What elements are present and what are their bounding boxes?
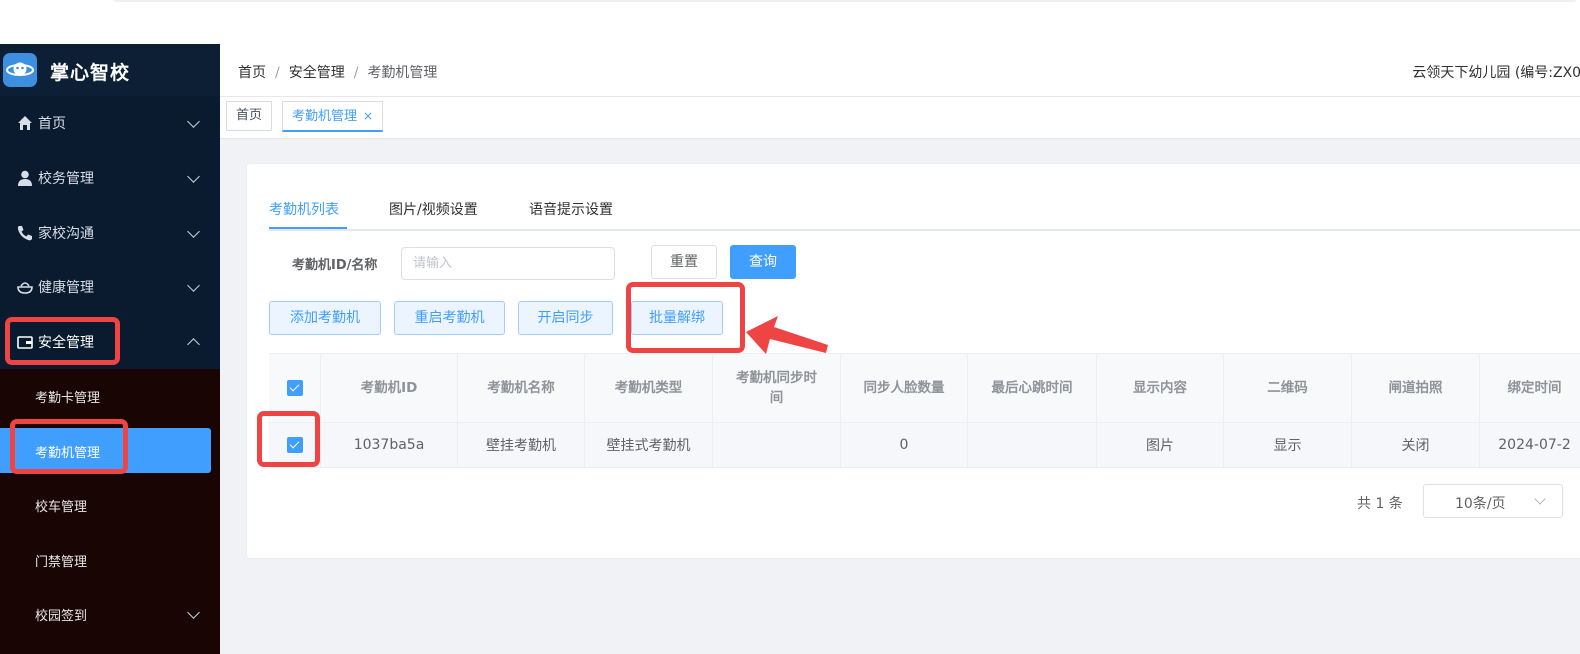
tab-voice-settings[interactable]: 语音提示设置 <box>529 199 613 219</box>
bowl-icon <box>17 282 33 294</box>
close-icon[interactable]: × <box>363 109 373 123</box>
select-all-checkbox[interactable] <box>286 380 303 396</box>
sidebar-item-label: 校务管理 <box>38 171 94 187</box>
sidebar-item-label: 校园签到 <box>35 609 88 624</box>
chevron-down-icon <box>187 225 200 238</box>
column-header: 闸道拍照 <box>1352 354 1480 422</box>
chevron-down-icon <box>187 170 200 183</box>
sidebar-item-label: 考勤卡管理 <box>35 391 101 406</box>
cell-type: 壁挂式考勤机 <box>585 423 713 467</box>
sidebar-item-school-affairs[interactable]: 校务管理 <box>0 151 220 205</box>
column-header: 考勤机ID <box>321 354 458 422</box>
sidebar-item-label: 健康管理 <box>38 280 94 296</box>
annotation-box-attendance-machine <box>10 419 128 474</box>
column-header: 同步人脸数量 <box>841 354 968 422</box>
tab-media-settings[interactable]: 图片/视频设置 <box>389 199 478 219</box>
sidebar-item-label: 首页 <box>38 116 66 132</box>
page-size-value: 10条/页 <box>1455 496 1506 512</box>
annotation-arrow-icon <box>746 316 828 354</box>
breadcrumb-home[interactable]: 首页 <box>238 65 266 81</box>
search-input[interactable] <box>401 247 615 280</box>
reset-button[interactable]: 重置 <box>651 245 717 279</box>
breadcrumb-separator: / <box>275 65 280 81</box>
cell-gate-photo: 关闭 <box>1352 423 1480 467</box>
column-header-line: 考勤机同步时 <box>736 370 817 386</box>
add-machine-button[interactable]: 添加考勤机 <box>269 301 381 335</box>
breadcrumb-separator: / <box>353 65 359 81</box>
home-icon <box>18 116 32 130</box>
phone-icon <box>17 226 32 241</box>
column-header: 最后心跳时间 <box>968 354 1097 422</box>
tags-bar: 首页 考勤机管理 × <box>220 97 1580 139</box>
enable-sync-button[interactable]: 开启同步 <box>518 301 613 335</box>
search-label: 考勤机ID/名称 <box>292 258 378 273</box>
breadcrumb: 首页 / 安全管理 / 考勤机管理 <box>238 62 437 82</box>
tag-label: 首页 <box>236 108 263 123</box>
top-strip <box>0 0 1580 45</box>
chevron-down-icon <box>1534 493 1546 505</box>
cell-name: 壁挂考勤机 <box>458 423 585 467</box>
column-header-line: 间 <box>769 390 784 406</box>
table-row[interactable]: 1037ba5a 壁挂考勤机 壁挂式考勤机 0 图片 显示 关闭 2024-07… <box>269 423 1580 468</box>
tag-attendance-machine[interactable]: 考勤机管理 × <box>282 101 384 132</box>
table-header: 考勤机ID 考勤机名称 考勤机类型 考勤机同步时间 同步人脸数量 最后心跳时间 … <box>269 354 1580 423</box>
breadcrumb-current: 考勤机管理 <box>367 65 438 81</box>
page-size-select[interactable]: 10条/页 <box>1423 484 1563 518</box>
tag-label: 考勤机管理 <box>292 109 358 124</box>
pagination-total: 共 1 条 <box>1357 496 1403 512</box>
tag-home[interactable]: 首页 <box>226 101 273 131</box>
cell-sync-time <box>713 423 841 467</box>
chevron-down-icon <box>187 279 200 292</box>
sidebar-item-home-school[interactable]: 家校沟通 <box>0 206 220 260</box>
tab-indicator <box>269 227 347 229</box>
column-header: 二维码 <box>1224 354 1352 422</box>
sidebar-item-home[interactable]: 首页 <box>0 96 220 150</box>
browser-bar <box>110 0 1580 2</box>
tab-machine-list[interactable]: 考勤机列表 <box>269 199 339 219</box>
chevron-down-icon <box>187 606 200 619</box>
content-card: 考勤机列表 图片/视频设置 语音提示设置 考勤机ID/名称 重置 查询 添加考勤… <box>246 163 1580 559</box>
chevron-down-icon <box>187 115 200 128</box>
sidebar-item-access-control[interactable]: 门禁管理 <box>0 533 220 587</box>
app-name: 掌心智校 <box>50 62 131 84</box>
header: 首页 / 安全管理 / 考勤机管理 云领天下幼儿园 (编号:ZX00 <box>220 44 1580 97</box>
sidebar-item-label: 门禁管理 <box>35 555 88 570</box>
column-header: 考勤机同步时间 <box>713 354 841 422</box>
planet-logo-icon <box>3 53 37 87</box>
tabs: 考勤机列表 图片/视频设置 语音提示设置 <box>269 199 1580 231</box>
sidebar-item-campus-checkin[interactable]: 校园签到 <box>0 587 220 641</box>
annotation-box-row-checkbox <box>257 411 320 467</box>
annotation-box-batch-unbind <box>626 282 745 353</box>
column-header: 考勤机类型 <box>585 354 713 422</box>
school-name[interactable]: 云领天下幼儿园 (编号:ZX00 <box>1412 62 1580 82</box>
cell-id: 1037ba5a <box>321 423 458 467</box>
sidebar-item-school-bus[interactable]: 校车管理 <box>0 478 220 532</box>
breadcrumb-security[interactable]: 安全管理 <box>289 65 345 81</box>
sidebar-item-attendance-card[interactable]: 考勤卡管理 <box>0 369 220 423</box>
cell-heartbeat <box>968 423 1097 467</box>
cell-display: 图片 <box>1097 423 1224 467</box>
annotation-box-security <box>5 317 120 365</box>
column-header: 显示内容 <box>1097 354 1224 422</box>
sidebar-item-health[interactable]: 健康管理 <box>0 260 220 314</box>
column-header: 考勤机名称 <box>458 354 585 422</box>
sidebar-item-label: 家校沟通 <box>38 226 94 242</box>
cell-faces: 0 <box>841 423 968 467</box>
sidebar-item-label: 校车管理 <box>35 500 88 515</box>
logo[interactable]: 掌心智校 <box>0 44 220 96</box>
column-header: 绑定时间 <box>1507 380 1562 396</box>
cell-bind-time: 2024-07-2 <box>1498 437 1571 453</box>
user-icon <box>18 170 32 186</box>
restart-machine-button[interactable]: 重启考勤机 <box>394 301 505 335</box>
chevron-up-icon <box>187 338 200 351</box>
machine-table: 考勤机ID 考勤机名称 考勤机类型 考勤机同步时间 同步人脸数量 最后心跳时间 … <box>269 353 1580 468</box>
cell-qrcode: 显示 <box>1224 423 1352 467</box>
query-button[interactable]: 查询 <box>730 245 796 279</box>
